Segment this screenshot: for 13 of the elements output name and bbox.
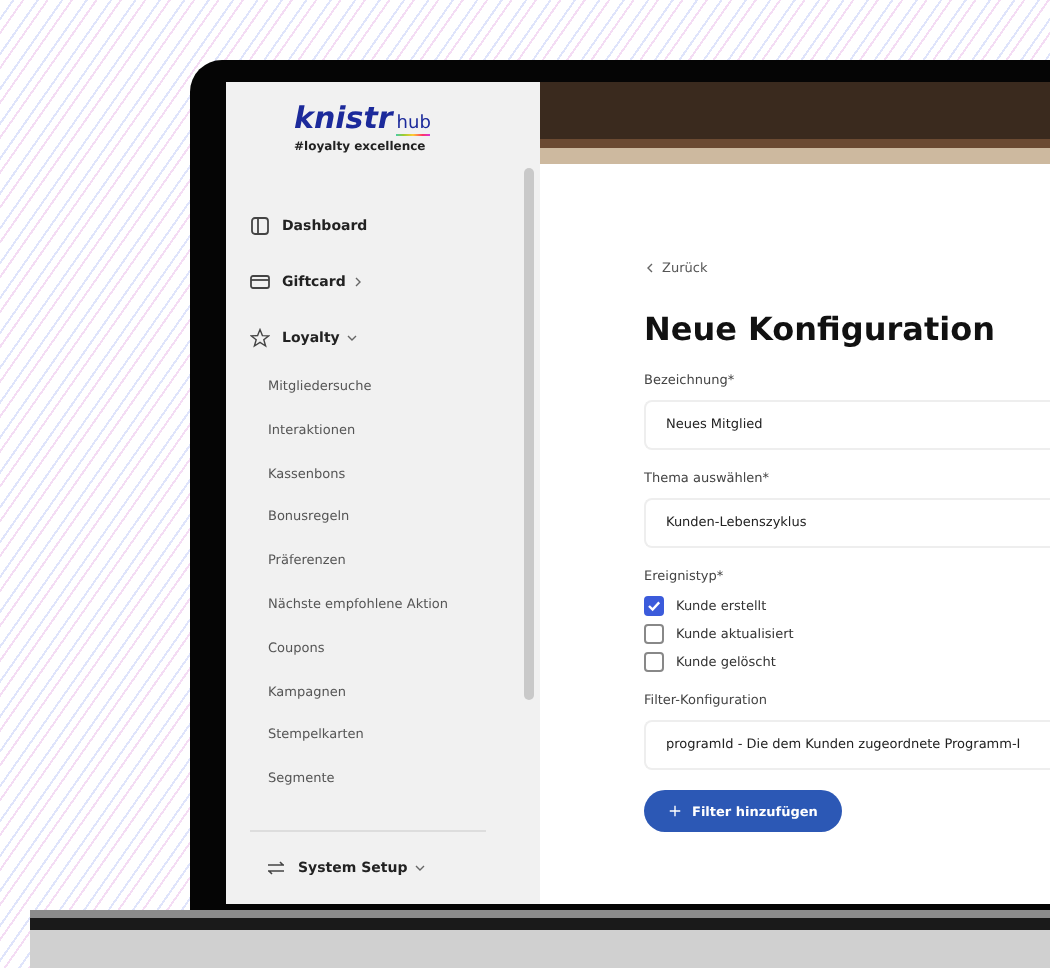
chevron-left-icon xyxy=(644,262,656,274)
checkbox[interactable] xyxy=(644,652,664,672)
checkbox[interactable] xyxy=(644,596,664,616)
star-icon xyxy=(250,328,270,348)
page-title: Neue Konfiguration xyxy=(644,310,995,348)
plus-icon xyxy=(668,804,682,818)
dashboard-icon xyxy=(250,216,270,236)
scrollbar[interactable] xyxy=(524,168,534,700)
logo-wordmark: knistr xyxy=(294,102,393,134)
checkbox[interactable] xyxy=(644,624,664,644)
card-icon xyxy=(250,272,270,292)
logo-suffix: hub xyxy=(396,116,431,136)
swap-arrows-icon xyxy=(266,857,286,878)
